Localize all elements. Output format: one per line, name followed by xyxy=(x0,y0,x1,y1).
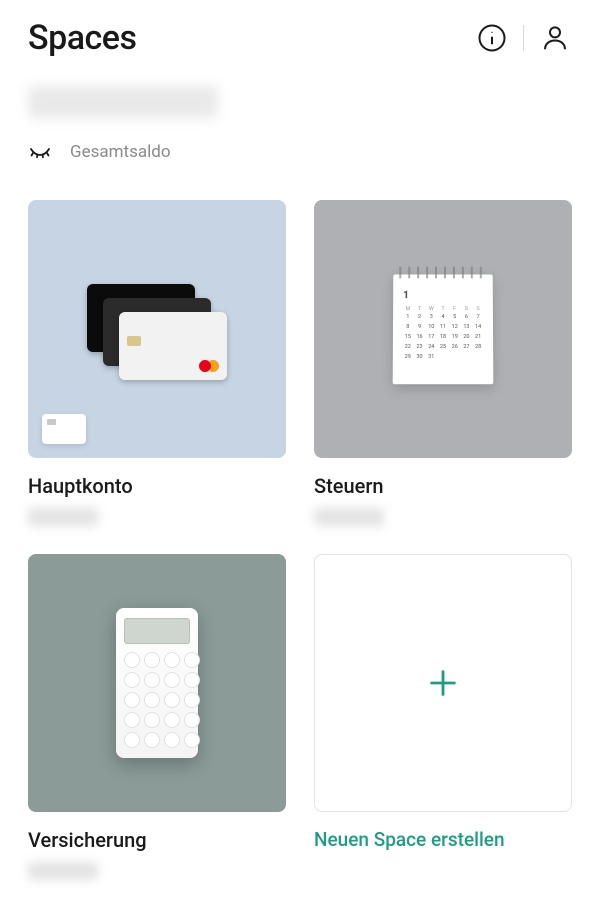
space-name: Steuern xyxy=(314,474,572,498)
create-space-label: Neuen Space erstellen xyxy=(314,828,572,851)
space-tile-image: 1 MTWTFSS 1234567 891011121314 151617181… xyxy=(314,200,572,458)
total-balance-value-hidden xyxy=(28,86,218,118)
card-badge-icon xyxy=(42,414,86,444)
space-tile-steuern[interactable]: 1 MTWTFSS 1234567 891011121314 151617181… xyxy=(314,200,572,526)
header-actions xyxy=(475,21,572,55)
spaces-grid: Hauptkonto 1 MTWTFSS 1234567 89101112131… xyxy=(0,172,600,908)
space-balance-hidden xyxy=(314,508,384,526)
profile-button[interactable] xyxy=(538,21,572,55)
space-tile-image xyxy=(28,554,286,812)
cards-icon xyxy=(87,284,227,374)
space-tile-image xyxy=(28,200,286,458)
page-title: Spaces xyxy=(28,18,136,58)
space-tile-hauptkonto[interactable]: Hauptkonto xyxy=(28,200,286,526)
info-button[interactable] xyxy=(475,21,509,55)
balance-area: Gesamtsaldo xyxy=(0,68,600,172)
profile-icon xyxy=(540,23,570,53)
eye-closed-icon[interactable] xyxy=(28,140,52,164)
space-name: Hauptkonto xyxy=(28,474,286,498)
calendar-icon: 1 MTWTFSS 1234567 891011121314 151617181… xyxy=(393,274,494,384)
plus-icon xyxy=(426,666,460,700)
calculator-icon xyxy=(116,608,198,758)
divider xyxy=(523,25,524,51)
info-icon xyxy=(477,23,507,53)
space-balance-hidden xyxy=(28,508,98,526)
space-name: Versicherung xyxy=(28,828,286,852)
space-tile-versicherung[interactable]: Versicherung xyxy=(28,554,286,880)
create-space-tile[interactable]: Neuen Space erstellen xyxy=(314,554,572,880)
balance-label: Gesamtsaldo xyxy=(70,142,171,162)
create-space-image xyxy=(314,554,572,812)
app-header: Spaces xyxy=(0,0,600,68)
space-balance-hidden xyxy=(28,862,98,880)
